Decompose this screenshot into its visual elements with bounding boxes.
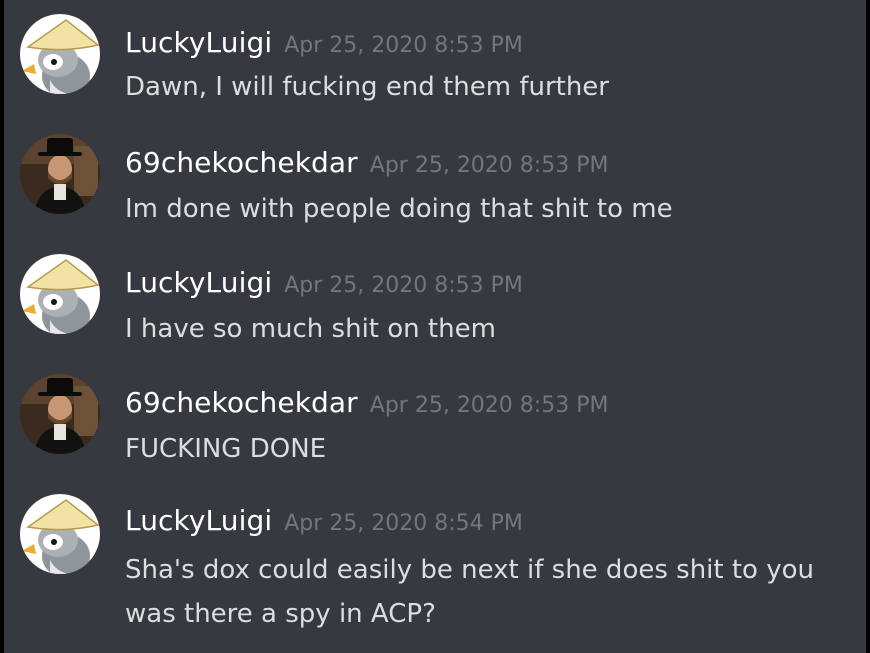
message-content: I have so much shit on them — [125, 307, 496, 351]
penguin-avatar-icon[interactable] — [20, 254, 100, 334]
message-timestamp[interactable]: Apr 25, 2020 8:54 PM — [284, 511, 523, 536]
message-header: 69chekochekdar Apr 25, 2020 8:53 PM — [125, 386, 608, 419]
message-content: Dawn, I will fucking end them further — [125, 65, 609, 109]
message-content: Im done with people doing that shit to m… — [125, 187, 673, 231]
penguin-avatar-icon[interactable] — [20, 494, 100, 574]
message-list: LuckyLuigi Apr 25, 2020 8:53 PM Dawn, I w… — [0, 0, 870, 653]
man-black-hat-avatar-icon[interactable] — [20, 374, 100, 454]
message-timestamp[interactable]: Apr 25, 2020 8:53 PM — [284, 273, 523, 298]
message-line: was there a spy in ACP? — [125, 599, 436, 629]
message-header: LuckyLuigi Apr 25, 2020 8:53 PM — [125, 266, 523, 299]
message-header: LuckyLuigi Apr 25, 2020 8:54 PM — [125, 504, 523, 537]
message-line: Sha's dox could easily be next if she do… — [125, 555, 814, 585]
author-username[interactable]: LuckyLuigi — [125, 504, 272, 537]
penguin-avatar-icon[interactable] — [20, 14, 100, 94]
author-username[interactable]: 69chekochekdar — [125, 146, 358, 179]
message-content: FUCKING DONE — [125, 427, 326, 471]
author-username[interactable]: 69chekochekdar — [125, 386, 358, 419]
message-timestamp[interactable]: Apr 25, 2020 8:53 PM — [370, 153, 609, 178]
author-username[interactable]: LuckyLuigi — [125, 26, 272, 59]
message-header: 69chekochekdar Apr 25, 2020 8:53 PM — [125, 146, 608, 179]
author-username[interactable]: LuckyLuigi — [125, 266, 272, 299]
message-line: I have so much shit on them — [125, 314, 496, 344]
message-header: LuckyLuigi Apr 25, 2020 8:53 PM — [125, 26, 523, 59]
man-black-hat-avatar-icon[interactable] — [20, 134, 100, 214]
message-content: Sha's dox could easily be next if she do… — [125, 548, 814, 636]
message-timestamp[interactable]: Apr 25, 2020 8:53 PM — [370, 393, 609, 418]
message-line: FUCKING DONE — [125, 434, 327, 464]
message-line: Im done with people doing that shit to m… — [125, 194, 673, 224]
message-timestamp[interactable]: Apr 25, 2020 8:53 PM — [284, 33, 523, 58]
message-line: Dawn, I will fucking end them further — [125, 72, 609, 102]
